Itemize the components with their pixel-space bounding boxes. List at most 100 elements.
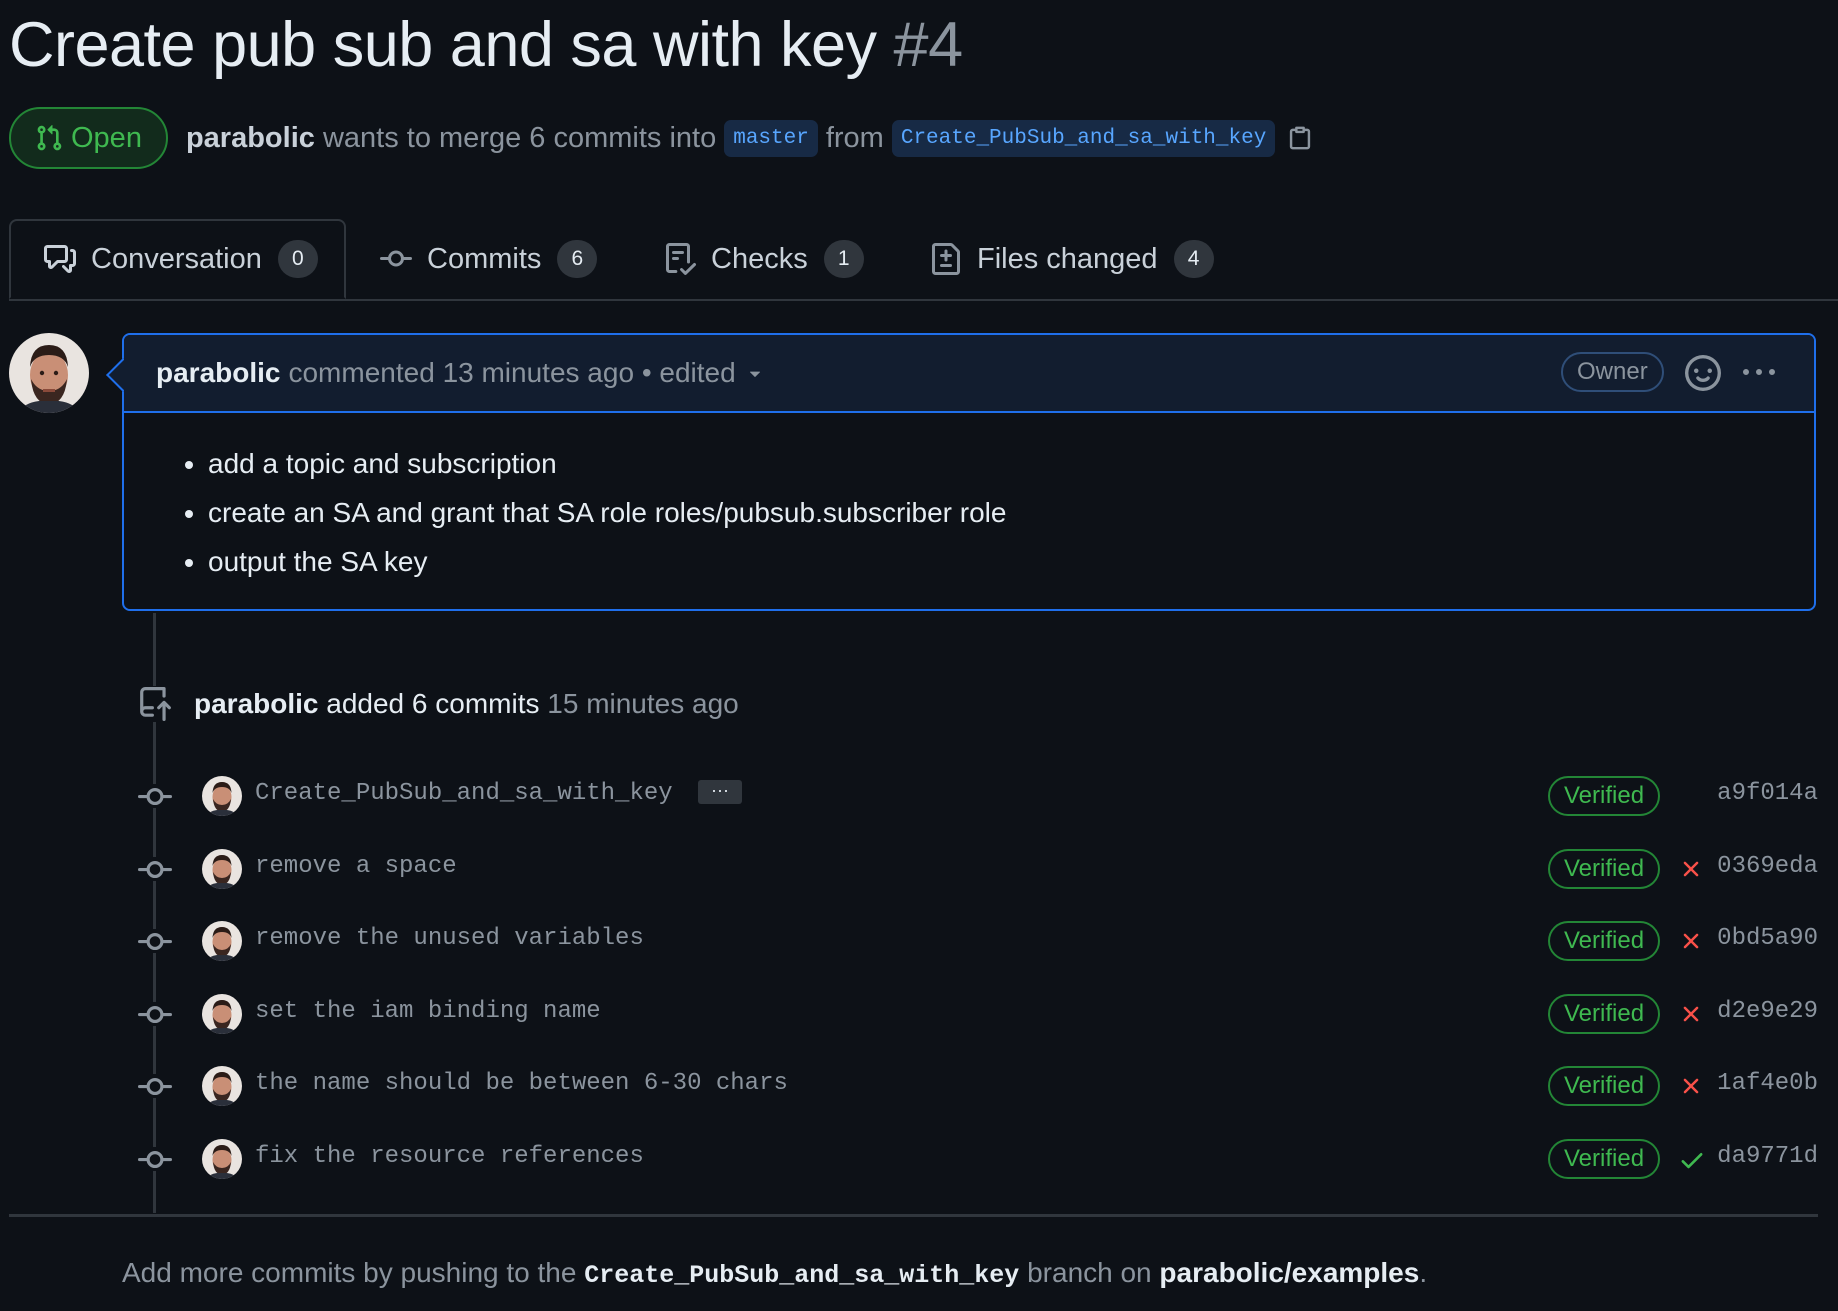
- commit-message[interactable]: Create_PubSub_and_sa_with_key: [255, 780, 673, 807]
- base-branch[interactable]: master: [724, 119, 818, 157]
- page-title: Create pub sub and sa with key #4: [9, 6, 963, 84]
- comment-body: add a topic and subscription create an S…: [124, 413, 1814, 586]
- owner-badge: Owner: [1561, 352, 1664, 392]
- verified-badge[interactable]: Verified: [1548, 994, 1661, 1034]
- git-pull-request-icon: [37, 125, 62, 151]
- push-event-text: parabolic added 6 commits 15 minutes ago: [194, 688, 739, 720]
- tab-counter: 4: [1173, 240, 1214, 278]
- push-time[interactable]: 15 minutes ago: [547, 688, 738, 719]
- pr-title: Create pub sub and sa with key: [9, 10, 877, 80]
- repo-push-icon: [138, 686, 172, 722]
- git-commit-icon: [138, 1074, 172, 1098]
- from-text: from: [825, 121, 884, 154]
- footer-suffix: .: [1419, 1257, 1428, 1288]
- tab-counter: 1: [823, 240, 864, 278]
- x-icon[interactable]: [1678, 1001, 1704, 1032]
- tab-label: Checks: [711, 242, 808, 275]
- commit-row: set the iam binding name Verified d2e9e2…: [138, 984, 1818, 1044]
- list-item: output the SA key: [208, 537, 1814, 586]
- tab-conversation[interactable]: Conversation 0: [9, 219, 346, 299]
- avatar[interactable]: [202, 994, 242, 1034]
- comment-author[interactable]: parabolic: [156, 357, 280, 389]
- copy-icon[interactable]: [1287, 123, 1313, 153]
- commit-row: remove the unused variables Verified 0bd…: [138, 911, 1818, 971]
- avatar[interactable]: [202, 849, 242, 889]
- x-icon[interactable]: [1678, 928, 1704, 959]
- merge-text: wants to merge 6 commits into: [322, 121, 717, 154]
- verified-badge[interactable]: Verified: [1548, 921, 1661, 961]
- commit-sha[interactable]: a9f014a: [1717, 780, 1818, 807]
- kebab-horizontal-icon[interactable]: [1741, 357, 1777, 389]
- repo-link[interactable]: parabolic/examples: [1159, 1257, 1419, 1288]
- commit-message[interactable]: remove a space: [255, 853, 457, 880]
- timeline-divider: [9, 1214, 1818, 1217]
- tab-label: Commits: [427, 242, 542, 275]
- pr-number: #4: [893, 10, 964, 80]
- tab-label: Files changed: [977, 242, 1158, 275]
- verified-badge[interactable]: Verified: [1548, 1139, 1661, 1179]
- verified-badge[interactable]: Verified: [1548, 776, 1661, 816]
- commit-row: the name should be between 6-30 chars Ve…: [138, 1056, 1818, 1116]
- pr-state-row: Open parabolic wants to merge 6 commits …: [9, 106, 1313, 170]
- footer-prefix: Add more commits by pushing to the: [122, 1257, 577, 1288]
- commit-sha[interactable]: 1af4e0b: [1717, 1070, 1818, 1097]
- head-branch[interactable]: Create_PubSub_and_sa_with_key: [891, 119, 1276, 157]
- comment-action: commented: [288, 357, 435, 388]
- commit-row: Create_PubSub_and_sa_with_key Verified a…: [138, 766, 1818, 826]
- commit-message[interactable]: remove the unused variables: [255, 925, 644, 952]
- expand-ellipsis-button[interactable]: ···: [698, 780, 742, 804]
- avatar[interactable]: [202, 921, 242, 961]
- author-link[interactable]: parabolic: [186, 122, 315, 155]
- commit-row: fix the resource references Verified da9…: [138, 1129, 1818, 1189]
- verified-badge[interactable]: Verified: [1548, 849, 1661, 889]
- commit-message[interactable]: set the iam binding name: [255, 998, 601, 1025]
- commit-message[interactable]: fix the resource references: [255, 1143, 644, 1170]
- commit-sha[interactable]: 0bd5a90: [1717, 925, 1818, 952]
- comment-time[interactable]: 13 minutes ago: [443, 357, 634, 389]
- check-icon[interactable]: [1678, 1146, 1706, 1179]
- avatar[interactable]: [202, 1139, 242, 1179]
- edited-label[interactable]: • edited: [642, 357, 736, 389]
- footer-branch: Create_PubSub_and_sa_with_key: [584, 1261, 1020, 1290]
- comment-discussion-icon: [44, 245, 76, 273]
- git-commit-icon: [138, 1002, 172, 1026]
- commit-sha[interactable]: da9771d: [1717, 1143, 1818, 1170]
- avatar[interactable]: [202, 1066, 242, 1106]
- verified-badge[interactable]: Verified: [1548, 1066, 1661, 1106]
- footer-hint: Add more commits by pushing to the Creat…: [122, 1257, 1427, 1290]
- smiley-icon[interactable]: [1685, 355, 1721, 391]
- push-author[interactable]: parabolic: [194, 688, 318, 719]
- list-item: add a topic and subscription: [208, 439, 1814, 488]
- merge-info: parabolic wants to merge 6 commits into …: [186, 119, 1313, 157]
- triangle-down-icon[interactable]: [744, 362, 766, 384]
- state-label: Open: [71, 121, 142, 154]
- list-item: create an SA and grant that SA role role…: [208, 488, 1814, 537]
- file-diff-icon: [932, 243, 960, 275]
- git-commit-icon: [138, 857, 172, 881]
- comment-list: add a topic and subscription create an S…: [178, 439, 1814, 586]
- comment-box: parabolic commented 13 minutes ago • edi…: [122, 333, 1816, 611]
- avatar[interactable]: [202, 776, 242, 816]
- comment-header: parabolic commented 13 minutes ago • edi…: [124, 335, 1814, 413]
- tab-checks[interactable]: Checks 1: [663, 219, 864, 299]
- pr-tabs: Conversation 0 Commits 6 Checks 1 Files …: [9, 219, 1838, 301]
- footer-middle: branch on: [1027, 1257, 1152, 1288]
- state-badge: Open: [9, 107, 168, 169]
- avatar[interactable]: [9, 333, 89, 413]
- x-icon[interactable]: [1678, 856, 1704, 887]
- commit-sha[interactable]: 0369eda: [1717, 853, 1818, 880]
- commit-message[interactable]: the name should be between 6-30 chars: [255, 1070, 788, 1097]
- tab-counter: 0: [277, 240, 318, 278]
- checklist-icon: [666, 243, 697, 275]
- git-commit-icon: [380, 250, 412, 267]
- x-icon[interactable]: [1678, 1073, 1704, 1104]
- git-commit-icon: [138, 1147, 172, 1171]
- push-action: added 6 commits: [326, 688, 540, 719]
- tab-commits[interactable]: Commits 6: [379, 219, 598, 299]
- commit-row: remove a space Verified 0369eda: [138, 839, 1818, 899]
- tab-counter: 6: [557, 240, 598, 278]
- tab-label: Conversation: [91, 242, 262, 275]
- push-event: parabolic added 6 commits 15 minutes ago: [138, 686, 739, 722]
- commit-sha[interactable]: d2e9e29: [1717, 998, 1818, 1025]
- tab-files-changed[interactable]: Files changed 4: [929, 219, 1214, 299]
